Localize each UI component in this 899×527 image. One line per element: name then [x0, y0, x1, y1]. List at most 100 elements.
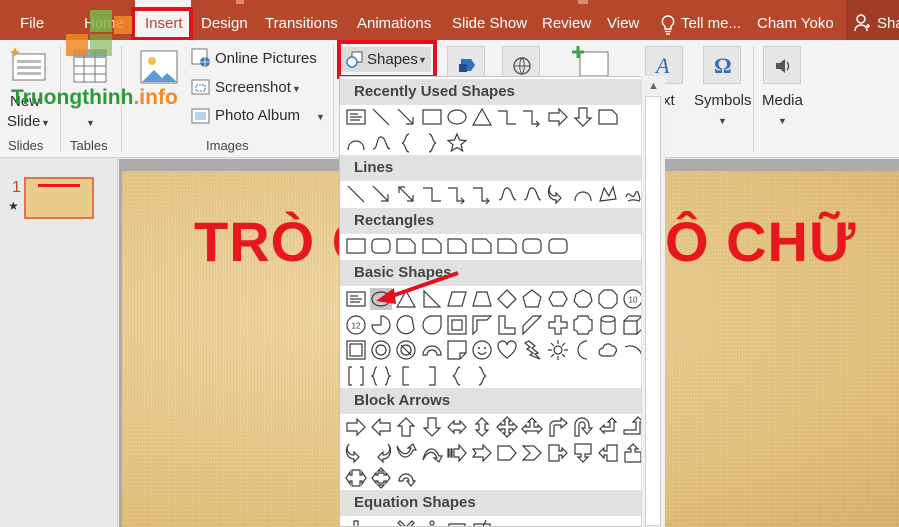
snip-shape-icon[interactable] [446, 235, 468, 257]
shapes-scrollbar[interactable]: ▲ [641, 76, 665, 527]
quadcallout-shape-icon[interactable] [370, 467, 392, 489]
pie-shape-icon[interactable] [370, 314, 392, 336]
heart-shape-icon[interactable] [496, 339, 518, 361]
chevron-down-icon[interactable]: ▼ [292, 84, 301, 94]
online-pictures-icon[interactable] [191, 48, 211, 68]
new-slide-icon[interactable] [9, 46, 47, 82]
tab-transitions[interactable]: Transitions [265, 0, 338, 40]
elbow-shape-icon[interactable] [421, 183, 443, 205]
chevron-down-icon[interactable]: ▼ [41, 118, 50, 128]
rbrace-shape-icon[interactable] [421, 132, 443, 154]
textbox-shape-icon[interactable] [345, 106, 367, 128]
blockright-shape-icon[interactable] [345, 416, 367, 438]
mult-shape-icon[interactable] [395, 518, 417, 526]
minus-shape-icon[interactable] [370, 518, 392, 526]
new-slide-label-2[interactable]: Slide [7, 113, 40, 130]
roundrect-shape-icon[interactable] [521, 235, 543, 257]
chord-shape-icon[interactable] [395, 314, 417, 336]
symbols-button[interactable]: Ω [703, 46, 741, 84]
elbowarrow-shape-icon[interactable] [471, 183, 493, 205]
notequal-shape-icon[interactable] [471, 518, 493, 526]
scroll-up-icon[interactable]: ▲ [648, 80, 659, 92]
lightning-shape-icon[interactable] [521, 339, 543, 361]
tear-shape-icon[interactable] [421, 314, 443, 336]
scurve-shape-icon[interactable] [370, 132, 392, 154]
lbrace-shape-icon[interactable] [395, 132, 417, 154]
elbowarrow-shape-icon[interactable] [446, 183, 468, 205]
moon-shape-icon[interactable] [572, 339, 594, 361]
pentagon-shape-icon[interactable] [521, 288, 543, 310]
plaque-shape-icon[interactable] [572, 314, 594, 336]
leftup-arrow-shape-icon[interactable] [597, 416, 619, 438]
bevel-shape-icon[interactable] [345, 339, 367, 361]
slide-thumbnail[interactable] [24, 177, 94, 219]
media-label[interactable]: Media [762, 92, 803, 109]
curvedleft-shape-icon[interactable] [370, 442, 392, 464]
screenshot-label[interactable]: Screenshot [215, 79, 291, 96]
share-button[interactable]: Sha [846, 0, 899, 40]
arrowline-shape-icon[interactable] [395, 106, 417, 128]
sun-shape-icon[interactable] [547, 339, 569, 361]
dblarrow-shape-icon[interactable] [395, 183, 417, 205]
online-pictures-label[interactable]: Online Pictures [215, 50, 317, 67]
snip-shape-icon[interactable] [597, 106, 619, 128]
pentagonarrow-shape-icon[interactable] [496, 442, 518, 464]
lbrace-shape-icon[interactable] [446, 365, 468, 387]
line-shape-icon[interactable] [345, 183, 367, 205]
rect-shape-icon[interactable] [345, 235, 367, 257]
photo-album-icon[interactable] [191, 106, 211, 126]
equal-shape-icon[interactable] [446, 518, 468, 526]
cloud-shape-icon[interactable] [597, 339, 619, 361]
lshape-shape-icon[interactable] [496, 314, 518, 336]
line-shape-icon[interactable] [370, 106, 392, 128]
curveddown-shape-icon[interactable] [421, 442, 443, 464]
scurve-shape-icon[interactable] [496, 183, 518, 205]
chevron-down-icon[interactable]: ▼ [86, 118, 95, 128]
notchedright-shape-icon[interactable] [471, 442, 493, 464]
lightbulb-icon[interactable] [661, 15, 675, 35]
diamond-shape-icon[interactable] [496, 288, 518, 310]
blockarc-shape-icon[interactable] [421, 339, 443, 361]
snip-shape-icon[interactable] [421, 235, 443, 257]
blockleft-shape-icon[interactable] [370, 416, 392, 438]
bentarrow-shape-icon[interactable] [547, 416, 569, 438]
dblbracket-shape-icon[interactable] [345, 365, 367, 387]
cross-shape-icon[interactable] [547, 314, 569, 336]
blockdown-shape-icon[interactable] [421, 416, 443, 438]
no-symbol-shape-icon[interactable] [395, 339, 417, 361]
frame-shape-icon[interactable] [446, 314, 468, 336]
chevron-shape-icon[interactable] [521, 442, 543, 464]
rect-shape-icon[interactable] [421, 106, 443, 128]
scrollbar-thumb[interactable] [645, 96, 661, 526]
slide-title-right[interactable]: Ô CHỮ [665, 209, 856, 274]
smiley-shape-icon[interactable] [471, 339, 493, 361]
user-name[interactable]: Cham Yoko [757, 0, 834, 40]
decagon-shape-icon[interactable]: 12 [345, 314, 367, 336]
circulararrow-shape-icon[interactable] [395, 467, 417, 489]
media-button[interactable] [763, 46, 801, 84]
tab-design[interactable]: Design [201, 0, 248, 40]
curve-shape-icon[interactable] [572, 183, 594, 205]
octagon-shape-icon[interactable] [597, 288, 619, 310]
freeform-shape-icon[interactable] [597, 183, 619, 205]
elbowarrow-shape-icon[interactable] [521, 106, 543, 128]
photo-album-label[interactable]: Photo Album [215, 107, 300, 124]
tell-me-search[interactable]: Tell me... [681, 0, 741, 40]
textbox-shape-icon[interactable] [345, 288, 367, 310]
chevron-down-icon[interactable]: ▼ [778, 116, 787, 126]
lrarrow-shape-icon[interactable] [446, 416, 468, 438]
lrup-arrow-shape-icon[interactable] [521, 416, 544, 438]
blockup-shape-icon[interactable] [395, 416, 417, 438]
curvedright-shape-icon[interactable] [547, 183, 569, 205]
blockright-shape-icon[interactable] [547, 106, 569, 128]
donut-shape-icon[interactable] [370, 339, 392, 361]
symbols-label[interactable]: Symbols [694, 92, 752, 109]
diagstripe-shape-icon[interactable] [521, 314, 543, 336]
foldedcorner-shape-icon[interactable] [446, 339, 468, 361]
tab-view[interactable]: View [607, 0, 639, 40]
halfframe-shape-icon[interactable] [471, 314, 493, 336]
oval-shape-icon[interactable] [446, 106, 468, 128]
snip-shape-icon[interactable] [395, 235, 417, 257]
hexagon-shape-icon[interactable] [547, 288, 569, 310]
blockdown-shape-icon[interactable] [572, 106, 594, 128]
